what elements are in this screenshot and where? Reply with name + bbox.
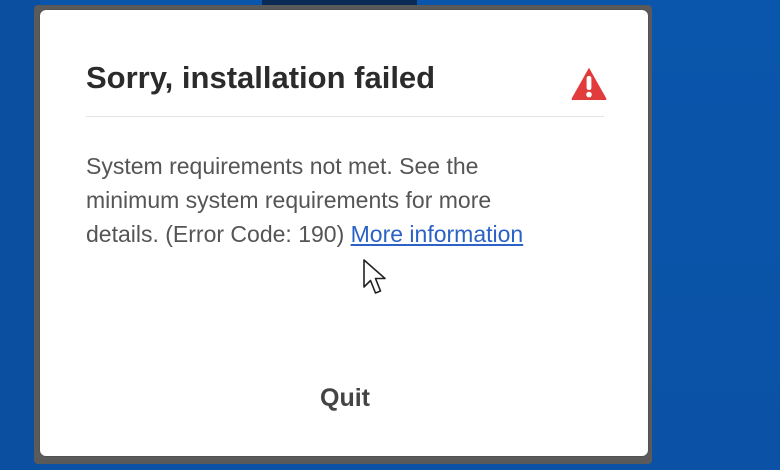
more-information-link[interactable]: More information [351,221,524,247]
dialog-title: Sorry, installation failed [86,60,436,95]
warning-triangle-icon [571,67,607,100]
mouse-pointer-icon [363,259,386,294]
title-divider [86,116,604,117]
installation-error-dialog: Sorry, installation failed System requir… [40,10,648,456]
error-message: System requirements not met. See the min… [86,149,566,251]
quit-button[interactable]: Quit [302,376,388,420]
